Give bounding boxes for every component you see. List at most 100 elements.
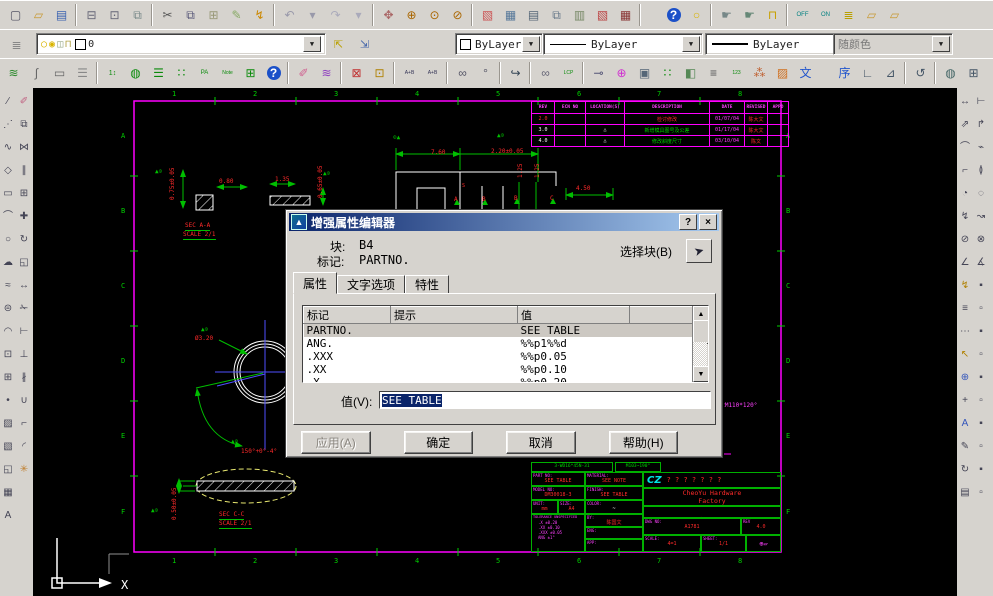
explode-button[interactable]: ✳ [15, 458, 33, 481]
right-tool-9-button[interactable]: ▪ [972, 274, 990, 297]
move-button[interactable]: ✚ [15, 205, 33, 228]
open-button[interactable]: ▱ [27, 3, 50, 26]
cancel-button[interactable]: 取消 [506, 431, 576, 454]
scroll-down-button[interactable]: ▼ [693, 366, 708, 382]
dimension-style-button[interactable]: ▤ [956, 481, 974, 504]
spline-button[interactable]: ≈ [0, 274, 17, 297]
ucs-box-tool-button[interactable]: ⊿ [879, 61, 902, 85]
right-tool-3-button[interactable]: ⌁ [972, 136, 990, 159]
attr-table-row[interactable]: .XXX %%p0.05 [304, 350, 709, 363]
right-tool-17-button[interactable]: ▪ [972, 458, 990, 481]
point-button[interactable]: • [0, 389, 17, 412]
right-tool-11-button[interactable]: ▪ [972, 320, 990, 343]
block-editor-button[interactable]: ↯ [248, 3, 271, 26]
color-combo[interactable]: ByLayer ▼ [455, 33, 543, 55]
line-button[interactable]: ∕ [0, 90, 17, 113]
unlock-object-button[interactable]: ⊓ [761, 3, 784, 26]
pen-settings-button[interactable]: ∫ [25, 61, 48, 85]
dialog-titlebar[interactable]: ▲ 增强属性编辑器 ? × [289, 213, 719, 231]
image-tool-button[interactable]: ▣ [633, 61, 656, 85]
chevron-down-icon[interactable]: ▼ [522, 36, 540, 52]
designcenter-button[interactable]: ⧉ [545, 3, 568, 26]
extend-button[interactable]: ⊢ [15, 320, 33, 343]
ellipse-arc-button[interactable]: ◠ [0, 320, 17, 343]
shade-tool-button[interactable]: ◧ [679, 61, 702, 85]
target-tool-button[interactable]: ⊕ [610, 61, 633, 85]
copy-object-button[interactable]: ⧉ [15, 113, 33, 136]
break-at-point-button[interactable]: ⊥ [15, 343, 33, 366]
gradient-tool-button[interactable]: ▨ [771, 61, 794, 85]
break-button[interactable]: ∦ [15, 366, 33, 389]
join-button[interactable]: ∪ [15, 389, 33, 412]
circles-tool-2-button[interactable]: ∞ [534, 61, 557, 85]
dimension-text-edit-button[interactable]: A [956, 412, 974, 435]
quickcalc-button[interactable]: ▦ [614, 3, 637, 26]
ucs-tool-button[interactable]: ∟ [856, 61, 879, 85]
layer-stack-button[interactable]: ☰ [71, 61, 94, 85]
plot-button[interactable]: ⊟ [80, 3, 103, 26]
lightbulb-button[interactable]: ○ [685, 3, 708, 26]
layer-off-button[interactable]: OFF [791, 3, 814, 26]
block-replace-button[interactable]: ⊡ [368, 61, 391, 85]
chevron-down-icon[interactable]: ▼ [303, 36, 321, 52]
right-tool-6-button[interactable]: ↝ [972, 205, 990, 228]
plot-preview-button[interactable]: ⊡ [103, 3, 126, 26]
polyline-arrow-tool-button[interactable]: ↪ [504, 61, 527, 85]
zoom-previous-button[interactable]: ⊘ [446, 3, 469, 26]
right-tool-15-button[interactable]: ▪ [972, 412, 990, 435]
ucs-rotate-tool-button[interactable]: ↺ [909, 61, 932, 85]
save-button[interactable]: ▤ [50, 3, 73, 26]
table-scrollbar[interactable]: ▲ ▼ [692, 306, 708, 382]
attr-table-row[interactable]: .X %%p0.20 [304, 376, 709, 382]
right-tool-7-button[interactable]: ⊗ [972, 228, 990, 251]
layer-properties-button[interactable]: ≣ [4, 32, 29, 57]
sketch-brush-button[interactable]: ≋ [2, 61, 25, 85]
select-block-button[interactable]: ➤ [686, 239, 712, 263]
layer-manager-button[interactable]: ≣ [837, 3, 860, 26]
right-tool-1-button[interactable]: ⊢ [972, 90, 990, 113]
dialog-tab-3[interactable]: 特性 [405, 275, 450, 294]
note-tool-button[interactable]: Note [216, 61, 239, 85]
dimension-update-button[interactable]: ↻ [956, 458, 974, 481]
node-link-tool-button[interactable]: ⊸ [587, 61, 610, 85]
scrollbar-thumb[interactable] [693, 320, 708, 344]
new-button[interactable]: ▢ [4, 3, 27, 26]
end-object-isolation-button[interactable]: ☛ [738, 3, 761, 26]
redo-list-button[interactable]: ▾ [347, 3, 370, 26]
color-wheel-tool-button[interactable]: ⁂ [748, 61, 771, 85]
dialog-close-button[interactable]: × [699, 214, 717, 230]
zoom-realtime-button[interactable]: ⊕ [400, 3, 423, 26]
array-button[interactable]: ⊞ [15, 182, 33, 205]
offset-button[interactable]: ∥ [15, 159, 33, 182]
pan-button[interactable]: ✥ [377, 3, 400, 26]
quick-select-button[interactable]: ▦ [499, 3, 522, 26]
small-circle-tool-button[interactable]: ° [474, 61, 497, 85]
arc-button[interactable]: ⌒ [0, 205, 17, 228]
right-tool-16-button[interactable]: ▫ [972, 435, 990, 458]
ordinate-dimension-button[interactable]: ⌐ [956, 159, 974, 182]
attr-table-row[interactable]: .XX %%p0.10 [304, 363, 709, 376]
lines-tool-button[interactable]: ≡ [702, 61, 725, 85]
viewport-frame-button[interactable]: ▭ [48, 61, 71, 85]
diameter-dimension-button[interactable]: ⊘ [956, 228, 974, 251]
baseline-dimension-button[interactable]: ≡ [956, 297, 974, 320]
right-tool-13-button[interactable]: ▪ [972, 366, 990, 389]
attr-column-header[interactable]: 值 [517, 306, 630, 324]
layer-tool-green-button[interactable]: ☰ [147, 61, 170, 85]
construction-line-button[interactable]: ⋰ [0, 113, 17, 136]
tool-palettes-button[interactable]: ▥ [568, 3, 591, 26]
insert-block-button[interactable]: ⊡ [0, 343, 17, 366]
plot-style-combo[interactable]: 随颜色 ▼ [833, 33, 953, 55]
dialog-help-button[interactable]: ? [679, 214, 697, 230]
right-tool-4-button[interactable]: ≬ [972, 159, 990, 182]
numbers-tool-button[interactable]: 123 [725, 61, 748, 85]
quick-dimension-button[interactable]: ↯ [956, 274, 974, 297]
zoom-window-button[interactable]: ⊙ [423, 3, 446, 26]
value-input[interactable]: SEE TABLE [379, 391, 711, 409]
open-drawing-single-button[interactable]: ▱ [860, 3, 883, 26]
publish-button[interactable]: ⧉ [126, 3, 149, 26]
ucs-apply-tool-button[interactable]: ⊞ [962, 61, 985, 85]
make-object-layer-current-button[interactable]: ⇱ [326, 32, 351, 57]
text-height-tool-button[interactable]: 1↕ [101, 61, 124, 85]
text-copy-button[interactable]: A+B [421, 61, 444, 85]
